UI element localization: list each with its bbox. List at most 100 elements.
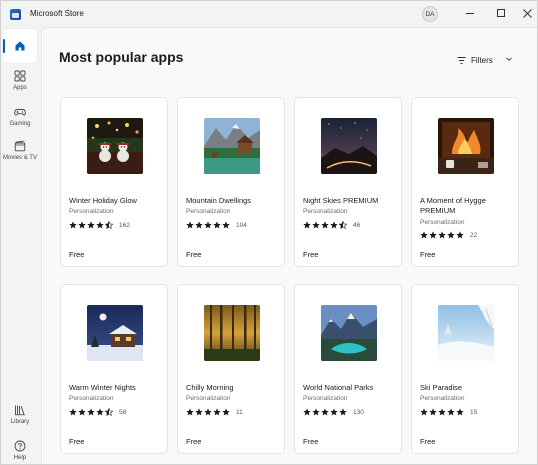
- app-thumbnail-winter-holiday-glow: [87, 118, 143, 174]
- close-button[interactable]: [516, 4, 537, 22]
- star-icon: [330, 408, 338, 416]
- star-icon: [87, 408, 95, 416]
- filters-label: Filters: [471, 55, 493, 65]
- app-name: Mountain Dwellings: [186, 196, 252, 205]
- star-icon: [456, 408, 464, 416]
- star-rating: [186, 221, 231, 229]
- filters-button[interactable]: Filters: [457, 53, 493, 67]
- app-price: Free: [69, 250, 85, 259]
- app-category: Personalization: [186, 395, 231, 402]
- star-icon: [105, 408, 113, 416]
- sidebar-item-home[interactable]: [3, 29, 37, 63]
- sidebar-item-movies-tv[interactable]: Movies & TV: [3, 133, 37, 167]
- app-card[interactable]: World National Parks Personalization 130…: [294, 284, 402, 454]
- sidebar-item-help[interactable]: Help: [3, 433, 37, 464]
- app-category: Personalization: [303, 208, 348, 215]
- home-icon: [15, 41, 25, 51]
- star-rating: [420, 231, 465, 239]
- microsoft-store-window: Microsoft Store DA Apps Gaming Movies & …: [0, 0, 538, 465]
- sidebar-item-label: Movies & TV: [3, 154, 37, 161]
- filter-icon: [457, 56, 466, 64]
- store-logo-icon: [10, 9, 21, 20]
- app-category: Personalization: [69, 395, 114, 402]
- star-icon: [420, 408, 428, 416]
- star-icon: [195, 408, 203, 416]
- minimize-button[interactable]: [459, 4, 481, 22]
- star-icon: [456, 231, 464, 239]
- star-icon: [186, 408, 194, 416]
- app-rating: 11: [186, 408, 243, 416]
- minimize-icon: [466, 12, 474, 14]
- app-card[interactable]: Chilly Morning Personalization 11 Free: [177, 284, 285, 454]
- app-thumbnail-chilly-morning: [204, 305, 260, 361]
- app-card[interactable]: Ski Paradise Personalization 15 Free: [411, 284, 519, 454]
- app-name: Night Skies PREMIUM: [303, 196, 379, 205]
- close-icon: [522, 8, 532, 18]
- star-icon: [429, 231, 437, 239]
- user-avatar[interactable]: DA: [422, 6, 438, 22]
- star-icon: [87, 221, 95, 229]
- star-rating: [186, 408, 231, 416]
- app-thumbnail-ski-paradise: [438, 305, 494, 361]
- app-thumbnail-night-skies: [321, 118, 377, 174]
- star-rating: [303, 408, 348, 416]
- app-card[interactable]: Winter Holiday Glow Personalization 162 …: [60, 97, 168, 267]
- app-rating: 58: [69, 408, 126, 416]
- rating-count: 162: [119, 221, 130, 229]
- app-price: Free: [303, 250, 319, 259]
- star-icon: [69, 221, 77, 229]
- sidebar-item-gaming[interactable]: Gaming: [3, 99, 37, 133]
- sidebar-item-label: Help: [13, 454, 27, 461]
- star-icon: [312, 408, 320, 416]
- star-icon: [438, 408, 446, 416]
- star-icon: [105, 221, 113, 229]
- star-rating: [69, 408, 114, 416]
- app-card[interactable]: A Moment of Hygge PREMIUM Personalizatio…: [411, 97, 519, 267]
- rating-count: 11: [236, 408, 243, 416]
- app-card[interactable]: Warm Winter Nights Personalization 58 Fr…: [60, 284, 168, 454]
- star-icon: [213, 221, 221, 229]
- star-icon: [339, 408, 347, 416]
- app-card[interactable]: Night Skies PREMIUM Personalization 46 F…: [294, 97, 402, 267]
- sidebar-item-label: Library: [10, 418, 30, 425]
- star-icon: [447, 231, 455, 239]
- film-icon: [14, 140, 26, 151]
- star-icon: [96, 221, 104, 229]
- star-icon: [420, 231, 428, 239]
- app-rating: 162: [69, 221, 130, 229]
- star-icon: [195, 221, 203, 229]
- star-icon: [339, 221, 347, 229]
- gamepad-icon: [14, 108, 26, 116]
- app-thumbnail-moment-of-hygge: [438, 118, 494, 174]
- sidebar-item-apps[interactable]: Apps: [3, 63, 37, 97]
- chevron-down-icon[interactable]: [505, 55, 513, 63]
- rating-count: 46: [353, 221, 361, 229]
- star-icon: [447, 408, 455, 416]
- title-bar: Microsoft Store DA: [1, 1, 537, 27]
- app-price: Free: [186, 437, 202, 446]
- app-category: Personalization: [69, 208, 114, 215]
- app-card[interactable]: Mountain Dwellings Personalization 104 F…: [177, 97, 285, 267]
- app-category: Personalization: [420, 395, 465, 402]
- star-icon: [330, 221, 338, 229]
- app-rating: 15: [420, 408, 477, 416]
- app-price: Free: [303, 437, 319, 446]
- app-name: Ski Paradise: [420, 383, 463, 392]
- app-category: Personalization: [420, 219, 465, 226]
- sidebar-item-library[interactable]: Library: [3, 397, 37, 431]
- star-icon: [213, 408, 221, 416]
- star-icon: [222, 221, 230, 229]
- star-icon: [303, 221, 311, 229]
- page-title: Most popular apps: [59, 49, 184, 65]
- star-icon: [303, 408, 311, 416]
- rating-count: 104: [236, 221, 247, 229]
- app-name: Chilly Morning: [186, 383, 234, 392]
- star-icon: [204, 221, 212, 229]
- app-price: Free: [420, 250, 436, 259]
- sidebar-item-label: Apps: [13, 84, 27, 91]
- star-icon: [204, 408, 212, 416]
- star-rating: [420, 408, 465, 416]
- maximize-button[interactable]: [490, 4, 512, 22]
- star-icon: [96, 408, 104, 416]
- app-price: Free: [420, 437, 436, 446]
